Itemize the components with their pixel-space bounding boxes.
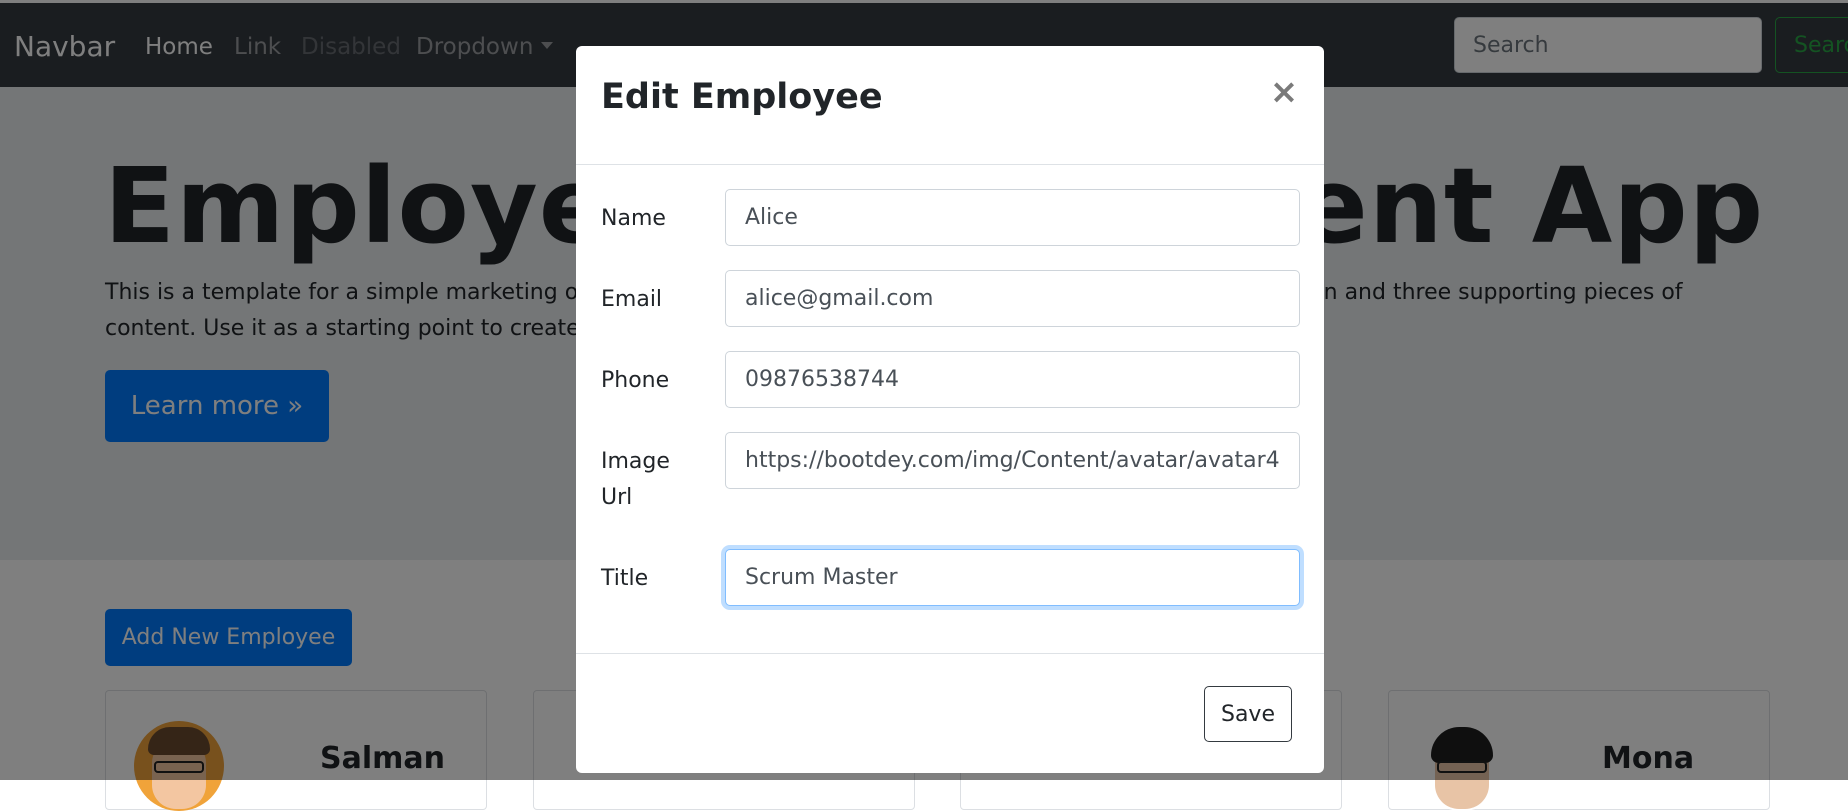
modal-title: Edit Employee — [601, 77, 883, 117]
image-url-field[interactable] — [725, 432, 1300, 489]
save-button[interactable]: Save — [1204, 686, 1292, 742]
modal-header: Edit Employee × — [576, 46, 1324, 165]
modal-footer: Save — [576, 653, 1324, 774]
image-url-label: Image Url — [601, 449, 670, 510]
name-field[interactable] — [725, 189, 1300, 246]
email-field[interactable] — [725, 270, 1300, 327]
edit-employee-modal: Edit Employee × Name Email Phone Image U… — [576, 46, 1324, 773]
phone-label: Phone — [601, 368, 670, 393]
title-label: Title — [601, 566, 649, 591]
title-field[interactable] — [725, 549, 1300, 606]
close-icon[interactable]: × — [1264, 72, 1304, 112]
name-label: Name — [601, 206, 666, 231]
email-label: Email — [601, 287, 663, 312]
phone-field[interactable] — [725, 351, 1300, 408]
